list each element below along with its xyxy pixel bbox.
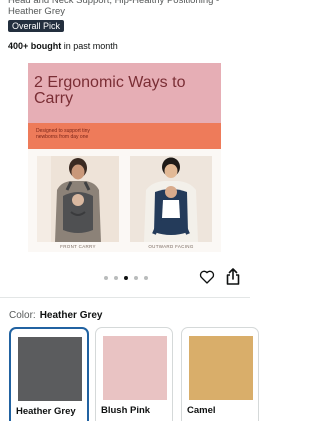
bought-suffix: in past month [61,41,118,51]
product-detail-page: Head and Neck Support, Hip-Healthy Posit… [0,0,259,421]
hero-tagline: Designed to support tiny newborns from d… [36,128,90,140]
carousel-dot[interactable] [104,276,108,280]
selected-color-value: Heather Grey [39,310,103,321]
color-selector-label: Color: Heather Grey [9,309,103,322]
front-carry-photo [37,156,119,242]
swatch-blush-pink [103,336,167,400]
swatch-heather-grey [18,337,82,401]
color-option-label: Blush Pink [101,405,151,416]
section-divider [0,297,250,298]
color-option-heather-grey[interactable]: Heather Grey [9,327,89,421]
color-option-label: Camel [187,405,216,416]
overall-pick-badge[interactable]: Overall Pick [8,20,65,32]
carousel-dot-active[interactable] [124,276,128,280]
swatch-camel [189,336,253,400]
share-button[interactable] [226,268,240,285]
carousel-dot[interactable] [144,276,148,280]
color-option-camel[interactable]: Camel [181,327,259,421]
front-carry-label: FRONT CARRY [60,244,96,249]
bought-count: 400+ bought [8,41,62,51]
hero-headline: 2 Ergonomic Ways to Carry [34,74,186,107]
product-image-gallery[interactable]: 2 Ergonomic Ways to Carry Designed to su… [28,63,221,252]
carousel-dot[interactable] [134,276,138,280]
color-label: Color: [9,310,36,321]
outward-facing-label: OUTWARD FACING [148,244,194,249]
share-icon [226,268,240,289]
color-option-blush-pink[interactable]: Blush Pink [95,327,173,421]
outward-facing-photo [130,156,212,242]
product-title[interactable]: Head and Neck Support, Hip-Healthy Posit… [8,0,244,17]
bought-count-text: 400+ bought in past month [8,40,118,52]
heart-icon [199,270,215,289]
carousel-dot[interactable] [114,276,118,280]
carousel-dots[interactable] [103,275,149,281]
add-to-list-button[interactable] [199,269,215,285]
color-option-label: Heather Grey [16,406,76,417]
